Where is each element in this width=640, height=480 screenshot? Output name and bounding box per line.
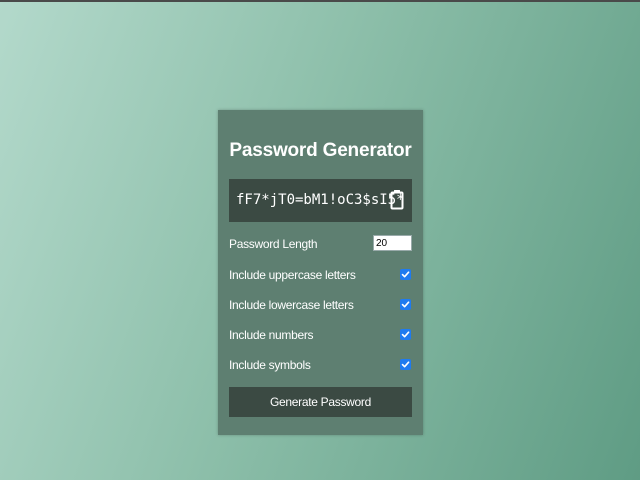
setting-password-length: Password Length <box>229 235 412 255</box>
password-length-input[interactable] <box>373 235 412 251</box>
clipboard-icon <box>390 190 404 210</box>
page-title: Password Generator <box>229 140 412 161</box>
checkmark-icon <box>401 301 410 308</box>
window-top-border <box>0 0 640 2</box>
setting-lowercase: Include lowercase letters <box>229 296 412 316</box>
lowercase-label: Include lowercase letters <box>229 298 354 312</box>
uppercase-label: Include uppercase letters <box>229 268 356 282</box>
symbols-label: Include symbols <box>229 358 311 372</box>
symbols-checkbox[interactable] <box>400 359 411 370</box>
lowercase-checkbox[interactable] <box>400 299 411 310</box>
checkmark-icon <box>401 271 410 278</box>
numbers-label: Include numbers <box>229 328 314 342</box>
numbers-checkbox[interactable] <box>400 329 411 340</box>
generate-password-button[interactable]: Generate Password <box>229 387 412 417</box>
checkmark-icon <box>401 361 410 368</box>
password-generator-card: Password Generator fF7*jT0=bM1!oC3$sI5* … <box>218 110 423 435</box>
setting-uppercase: Include uppercase letters <box>229 266 412 286</box>
copy-to-clipboard-button[interactable] <box>389 189 405 211</box>
password-length-label: Password Length <box>229 237 318 251</box>
setting-numbers: Include numbers <box>229 326 412 346</box>
password-result-container: fF7*jT0=bM1!oC3$sI5* <box>229 179 412 222</box>
setting-symbols: Include symbols <box>229 356 412 376</box>
generated-password: fF7*jT0=bM1!oC3$sI5* <box>236 192 405 208</box>
checkmark-icon <box>401 331 410 338</box>
uppercase-checkbox[interactable] <box>400 269 411 280</box>
